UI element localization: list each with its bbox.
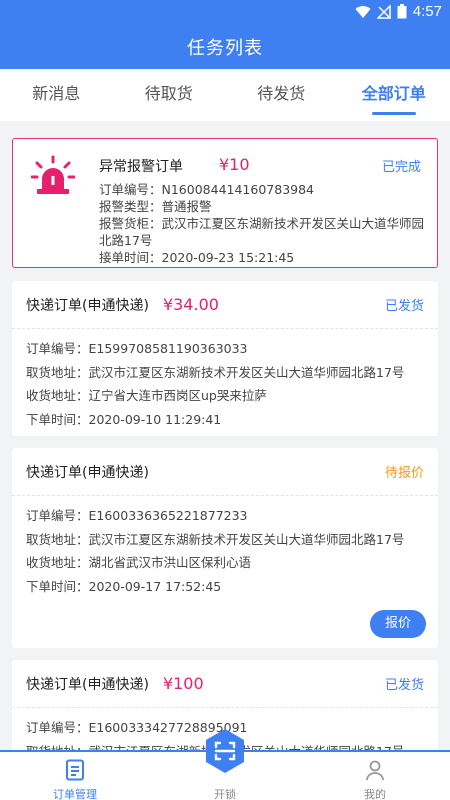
order-number: 订单编号：E1600336365221877233 <box>26 508 248 523</box>
order-status: 待报价 <box>384 466 424 481</box>
order-time: 下单时间：2020-09-17 17:52:45 <box>26 578 222 594</box>
order-tabs: 新消息 待取货 待发货 全部订单 <box>0 69 450 121</box>
alarm-type: 报警类型：普通报警 <box>99 199 212 214</box>
alarm-order-title: 异常报警订单 <box>99 159 183 175</box>
nav-order-management[interactable]: 订单管理 <box>0 752 150 800</box>
pickup-address: 取货地址：武汉市江夏区东湖新技术开发区关山大道华师园北路17号 <box>26 364 405 380</box>
order-time: 下单时间：2020-09-10 11:29:41 <box>26 411 222 427</box>
alarm-cabinet: 报警货柜：武汉市江夏区东湖新技术开发区关山大道华师园北路17号 <box>99 216 425 248</box>
order-list-icon <box>66 759 84 781</box>
app-bar: 任务列表 <box>0 25 450 69</box>
alarm-order-price: ¥10 <box>219 155 250 174</box>
alarm-order-number: 订单编号：N160084414160783984 <box>99 182 315 197</box>
alarm-light-icon <box>31 155 75 194</box>
order-number: 订单编号：E1599708581190363033 <box>26 341 248 356</box>
scan-unlock-icon[interactable] <box>205 728 245 774</box>
order-title: 快递订单(申通快递) <box>26 297 149 314</box>
nav-profile[interactable]: 我的 <box>300 752 450 800</box>
alarm-accept-time: 接单时间：2020-09-23 15:21:45 <box>99 250 295 265</box>
tab-to-pickup[interactable]: 待取货 <box>113 69 226 121</box>
order-title: 快递订单(申通快递) <box>26 676 149 693</box>
receive-address: 收货地址：辽宁省大连市西岗区up哭来拉萨 <box>26 388 267 403</box>
page-title: 任务列表 <box>187 38 263 59</box>
order-price: ¥34.00 <box>162 295 219 314</box>
nav-label: 订单管理 <box>53 788 97 800</box>
tab-to-ship[interactable]: 待发货 <box>225 69 338 121</box>
receive-address: 收货地址：湖北省武汉市洪山区保利心语 <box>26 555 252 570</box>
battery-icon <box>397 4 407 19</box>
order-card[interactable]: 快递订单(申通快递) 待报价 订单编号：E1600336365221877233… <box>12 448 438 648</box>
nav-label: 开锁 <box>214 788 236 800</box>
quote-button[interactable]: 报价 <box>370 610 426 638</box>
order-status: 已发货 <box>384 678 424 693</box>
tab-new-messages[interactable]: 新消息 <box>0 69 113 121</box>
wifi-icon <box>355 5 371 18</box>
nav-label: 我的 <box>364 788 386 800</box>
order-list[interactable]: 异常报警订单 ¥10 已完成 订单编号：N160084414160783984 … <box>0 121 450 750</box>
no-signal-icon <box>376 4 391 19</box>
user-icon <box>366 760 384 781</box>
status-bar: 4:57 <box>0 0 450 25</box>
order-card[interactable]: 快递订单(申通快递) ¥34.00 已发货 订单编号：E159970858119… <box>12 281 438 436</box>
clock: 4:57 <box>412 3 442 20</box>
pickup-address: 取货地址：武汉市江夏区东湖新技术开发区关山大道华师园北路17号 <box>26 531 405 547</box>
order-title: 快递订单(申通快递) <box>26 464 149 481</box>
alarm-order-card[interactable]: 异常报警订单 ¥10 已完成 订单编号：N160084414160783984 … <box>12 138 438 268</box>
order-price: ¥100 <box>162 674 204 693</box>
tab-all-orders[interactable]: 全部订单 <box>338 69 450 121</box>
alarm-order-status: 已完成 <box>381 160 421 175</box>
order-status: 已发货 <box>384 299 424 314</box>
